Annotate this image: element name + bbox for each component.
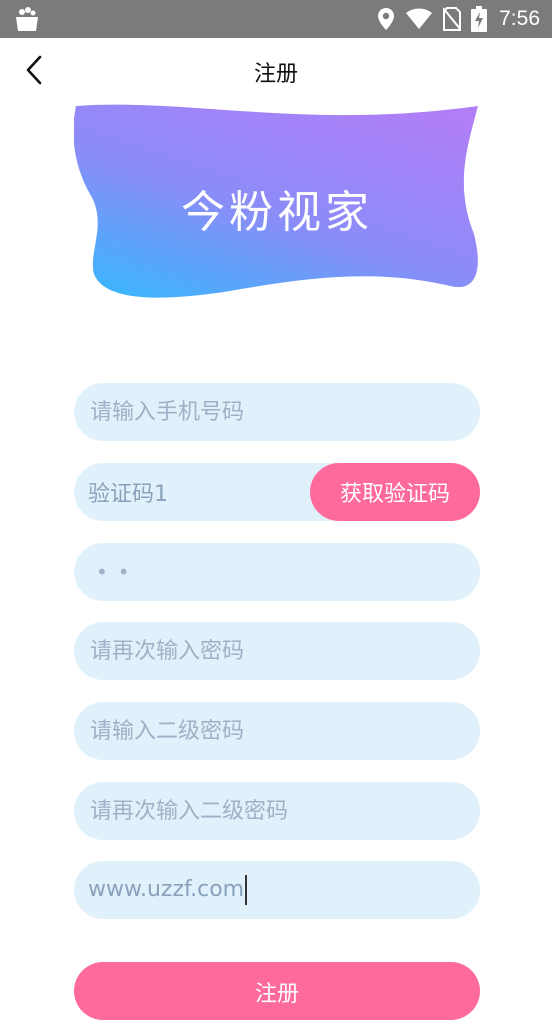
app-logo-banner: 今粉视家 <box>74 104 480 300</box>
secondary-password-input[interactable] <box>74 702 480 760</box>
invite-field: www.uzzf.com <box>74 861 480 919</box>
password-confirm-input[interactable] <box>74 622 480 680</box>
verification-code-field: 验证码1 获取验证码 <box>74 463 480 521</box>
invite-value: www.uzzf.com <box>88 877 245 902</box>
page-title: 注册 <box>253 62 298 87</box>
invite-input[interactable]: www.uzzf.com <box>74 875 248 905</box>
verification-code-input[interactable]: 验证码1 <box>74 476 168 508</box>
secondary-password-field <box>74 702 480 760</box>
register-button[interactable]: 注册 <box>74 962 480 1020</box>
secondary-password-confirm-field <box>74 782 480 840</box>
password-input[interactable]: •• <box>74 560 140 584</box>
app-header: 注册 <box>0 38 552 106</box>
text-cursor <box>245 875 248 905</box>
secondary-password-confirm-input[interactable] <box>74 782 480 840</box>
get-code-button[interactable]: 获取验证码 <box>310 463 480 521</box>
app-name: 今粉视家 <box>181 187 373 238</box>
password-confirm-field <box>74 622 480 680</box>
phone-field <box>74 383 480 441</box>
status-time: 7:56 <box>499 7 540 30</box>
password-field: •• <box>74 543 480 601</box>
location-icon <box>377 7 395 31</box>
status-bar: 7:56 <box>0 0 552 38</box>
no-sim-icon <box>443 7 462 31</box>
shopping-bag-icon <box>14 6 40 32</box>
wifi-icon <box>405 8 433 30</box>
battery-charging-icon <box>471 6 488 32</box>
phone-input[interactable] <box>74 383 480 441</box>
